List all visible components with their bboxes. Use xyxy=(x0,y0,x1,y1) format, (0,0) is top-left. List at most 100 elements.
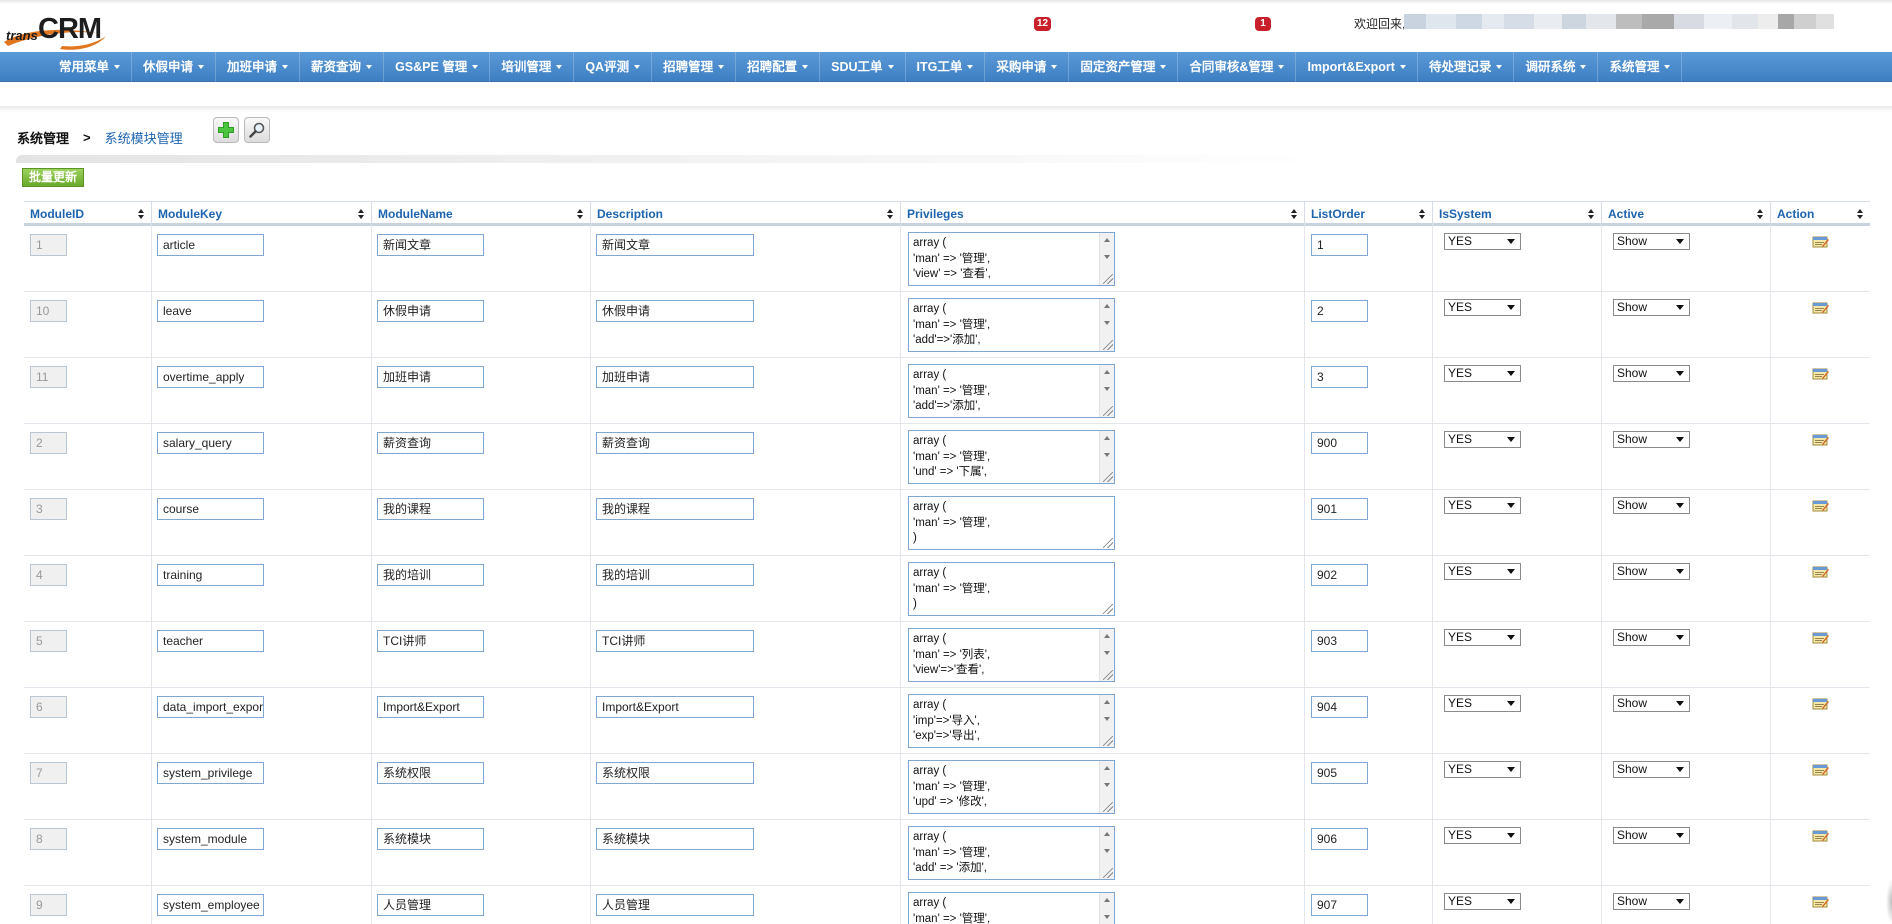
is-system-select[interactable]: YES xyxy=(1444,827,1521,844)
list-order-input[interactable]: 1 xyxy=(1311,234,1368,256)
nav-menu-item[interactable]: SDU工单 xyxy=(820,52,906,82)
module-key-input[interactable]: leave xyxy=(157,300,264,322)
description-input[interactable]: Import&Export xyxy=(596,696,754,718)
is-system-select[interactable]: YES xyxy=(1444,299,1521,316)
is-system-select[interactable]: YES xyxy=(1444,497,1521,514)
list-order-input[interactable]: 3 xyxy=(1311,366,1368,388)
column-header-issystem[interactable]: IsSystem xyxy=(1432,202,1601,226)
privileges-textarea[interactable]: array ( 'man' => '管理', 'view' => '查看', xyxy=(908,232,1115,286)
module-name-input[interactable]: 系统权限 xyxy=(377,762,484,784)
description-input[interactable]: 薪资查询 xyxy=(596,432,754,454)
nav-menu-item[interactable]: 采购申请 xyxy=(985,52,1070,82)
sort-icon[interactable] xyxy=(138,209,145,219)
is-system-select[interactable]: YES xyxy=(1444,893,1521,910)
module-name-input[interactable]: TCI讲师 xyxy=(377,630,484,652)
active-select[interactable]: Show xyxy=(1613,299,1690,316)
resize-grip-icon[interactable] xyxy=(1103,736,1113,746)
privileges-textarea[interactable]: array ( 'imp'=>'导入', 'exp'=>'导出', xyxy=(908,694,1115,748)
resize-grip-icon[interactable] xyxy=(1103,274,1113,284)
module-name-input[interactable]: Import&Export xyxy=(377,696,484,718)
add-module-button[interactable] xyxy=(213,117,239,143)
active-select[interactable]: Show xyxy=(1613,497,1690,514)
is-system-select[interactable]: YES xyxy=(1444,233,1521,250)
textarea-scrollbar[interactable] xyxy=(1099,893,1114,924)
is-system-select[interactable]: YES xyxy=(1444,629,1521,646)
nav-menu-item[interactable]: 招聘管理 xyxy=(652,52,737,82)
privileges-textarea[interactable]: array ( 'man' => '管理', 'add'=>'添加', xyxy=(908,364,1115,418)
is-system-select[interactable]: YES xyxy=(1444,365,1521,382)
edit-row-button[interactable] xyxy=(1812,498,1829,513)
module-key-input[interactable]: data_import_expor xyxy=(157,696,264,718)
nav-menu-item[interactable]: 招聘配置 xyxy=(736,52,821,82)
column-header-action[interactable]: Action xyxy=(1770,202,1870,226)
list-order-input[interactable]: 901 xyxy=(1311,498,1368,520)
active-select[interactable]: Show xyxy=(1613,695,1690,712)
edit-row-button[interactable] xyxy=(1812,300,1829,315)
module-name-input[interactable]: 人员管理 xyxy=(377,894,484,916)
module-key-input[interactable]: course xyxy=(157,498,264,520)
description-input[interactable]: TCI讲师 xyxy=(596,630,754,652)
nav-menu-item[interactable]: 合同审核&管理 xyxy=(1178,52,1297,82)
nav-menu-item[interactable]: 薪资查询 xyxy=(300,52,385,82)
nav-menu-item[interactable]: 待处理记录 xyxy=(1418,52,1515,82)
module-key-input[interactable]: article xyxy=(157,234,264,256)
active-select[interactable]: Show xyxy=(1613,629,1690,646)
column-header-modulename[interactable]: ModuleName xyxy=(371,202,590,226)
module-name-input[interactable]: 系统模块 xyxy=(377,828,484,850)
is-system-select[interactable]: YES xyxy=(1444,563,1521,580)
active-select[interactable]: Show xyxy=(1613,431,1690,448)
privileges-textarea[interactable]: array ( 'man' => '管理', 'upd' => '修改', xyxy=(908,760,1115,814)
sort-icon[interactable] xyxy=(1588,209,1595,219)
sort-icon[interactable] xyxy=(1757,209,1764,219)
nav-menu-item[interactable]: 常用菜单 xyxy=(48,52,133,82)
notification-badge-1[interactable]: 12 xyxy=(1034,17,1052,31)
edit-row-button[interactable] xyxy=(1812,894,1829,909)
sort-icon[interactable] xyxy=(358,209,365,219)
is-system-select[interactable]: YES xyxy=(1444,695,1521,712)
edit-row-button[interactable] xyxy=(1812,234,1829,249)
privileges-textarea[interactable]: array ( 'man' => '管理', xyxy=(908,892,1115,924)
description-input[interactable]: 加班申请 xyxy=(596,366,754,388)
sort-icon[interactable] xyxy=(1419,209,1426,219)
notification-badge-2[interactable]: 1 xyxy=(1255,17,1271,31)
batch-update-button[interactable]: 批量更新 xyxy=(22,168,84,187)
nav-menu-item[interactable]: 调研系统 xyxy=(1514,52,1599,82)
column-header-active[interactable]: Active xyxy=(1601,202,1770,226)
nav-menu-item[interactable]: GS&PE 管理 xyxy=(384,52,491,82)
privileges-textarea[interactable]: array ( 'man' => '管理', ) xyxy=(908,496,1115,550)
nav-menu-item[interactable]: QA评测 xyxy=(574,52,653,82)
list-order-input[interactable]: 900 xyxy=(1311,432,1368,454)
description-input[interactable]: 系统模块 xyxy=(596,828,754,850)
active-select[interactable]: Show xyxy=(1613,233,1690,250)
resize-grip-icon[interactable] xyxy=(1103,472,1113,482)
resize-grip-icon[interactable] xyxy=(1103,604,1113,614)
nav-menu-item[interactable]: 休假申请 xyxy=(132,52,217,82)
list-order-input[interactable]: 903 xyxy=(1311,630,1368,652)
edit-row-button[interactable] xyxy=(1812,432,1829,447)
module-name-input[interactable]: 休假申请 xyxy=(377,300,484,322)
column-header-privileges[interactable]: Privileges xyxy=(900,202,1304,226)
module-key-input[interactable]: training xyxy=(157,564,264,586)
module-key-input[interactable]: system_employee xyxy=(157,894,264,916)
list-order-input[interactable]: 906 xyxy=(1311,828,1368,850)
list-order-input[interactable]: 905 xyxy=(1311,762,1368,784)
sort-icon[interactable] xyxy=(887,209,894,219)
edit-row-button[interactable] xyxy=(1812,564,1829,579)
sort-icon[interactable] xyxy=(1857,209,1864,219)
column-header-listorder[interactable]: ListOrder xyxy=(1304,202,1432,226)
module-key-input[interactable]: system_module xyxy=(157,828,264,850)
sort-icon[interactable] xyxy=(577,209,584,219)
edit-row-button[interactable] xyxy=(1812,366,1829,381)
nav-menu-item[interactable]: Import&Export xyxy=(1296,52,1418,82)
privileges-textarea[interactable]: array ( 'man' => '管理', 'und' => '下属', xyxy=(908,430,1115,484)
resize-grip-icon[interactable] xyxy=(1103,868,1113,878)
module-name-input[interactable]: 我的课程 xyxy=(377,498,484,520)
is-system-select[interactable]: YES xyxy=(1444,431,1521,448)
module-key-input[interactable]: salary_query xyxy=(157,432,264,454)
list-order-input[interactable]: 2 xyxy=(1311,300,1368,322)
nav-menu-item[interactable]: ITG工单 xyxy=(906,52,986,82)
description-input[interactable]: 新闻文章 xyxy=(596,234,754,256)
description-input[interactable]: 休假申请 xyxy=(596,300,754,322)
list-order-input[interactable]: 904 xyxy=(1311,696,1368,718)
search-module-button[interactable] xyxy=(244,117,270,143)
